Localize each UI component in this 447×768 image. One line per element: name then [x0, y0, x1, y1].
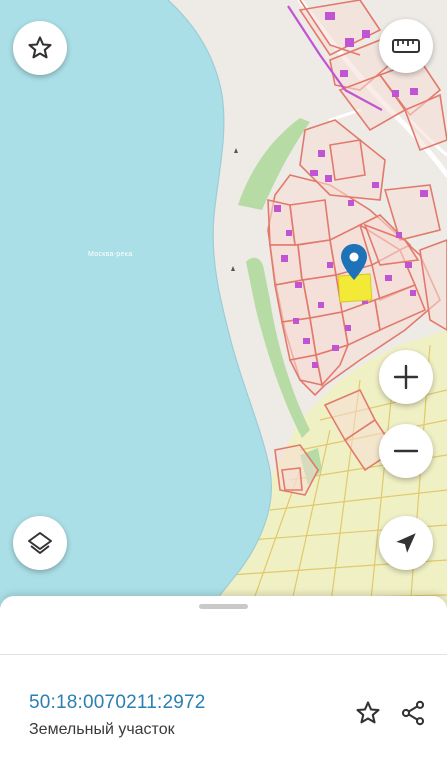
cadastral-number[interactable]: 50:18:0070211:2972	[29, 692, 206, 714]
share-button[interactable]	[396, 696, 430, 730]
star-outline-icon	[356, 701, 380, 724]
navigation-arrow-icon	[396, 533, 416, 553]
sheet-drag-handle[interactable]	[199, 604, 248, 609]
zoom-in-button[interactable]	[379, 350, 433, 404]
ruler-button[interactable]	[379, 19, 433, 73]
minus-icon	[393, 449, 419, 453]
map-canvas[interactable]: Москва-река	[0, 0, 447, 611]
object-type: Земельный участок	[29, 721, 175, 738]
object-info-sheet[interactable]: 50:18:0070211:2972 Земельный участок	[0, 596, 447, 768]
locate-button[interactable]	[379, 516, 433, 570]
layers-icon	[28, 532, 52, 554]
zoom-out-button[interactable]	[379, 424, 433, 478]
star-icon	[28, 36, 52, 59]
add-favorite-button[interactable]	[351, 696, 385, 730]
layers-button[interactable]	[13, 516, 67, 570]
favorite-button[interactable]	[13, 21, 67, 75]
ruler-icon	[392, 39, 420, 53]
share-icon	[401, 700, 425, 726]
plus-icon	[393, 364, 419, 390]
sheet-divider	[0, 654, 447, 655]
water-label: Москва-река	[88, 251, 133, 258]
